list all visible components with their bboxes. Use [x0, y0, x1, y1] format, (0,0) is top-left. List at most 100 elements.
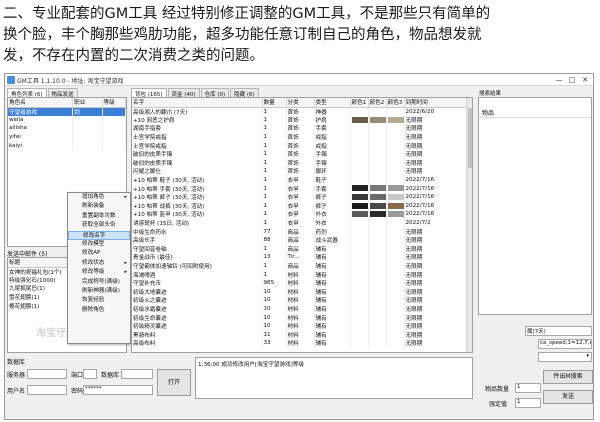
item-row[interactable]: 破旧的皮质手镯 1 首饰 手镯 无限期 [132, 149, 467, 159]
context-menu-item[interactable]: 获取全部头衔 [68, 221, 130, 230]
item-table: 名字 数量 分类 类型 颜色1 颜色2 颜色3 到期时间 高级湘人的翻爪 (7天… [132, 98, 467, 348]
days-field[interactable]: 属(7天) [525, 326, 592, 336]
item-row[interactable]: 守望补充币 985 材料 辅有 无限期 [132, 278, 467, 288]
item-scrollbar[interactable] [466, 98, 472, 352]
context-menu-item[interactable]: 重置副本次数 [68, 212, 130, 221]
item-row[interactable]: 诱惑斑杯 (15日, 活动) 1 衣甲 外衣 2022/7/2 [132, 218, 467, 228]
left-tabs: 角色列表 (6) 物品发送 [7, 88, 79, 98]
item-row[interactable]: 高级布料 33 材料 辅有 无限期 [132, 339, 467, 348]
item-color2-cell [368, 124, 387, 133]
item-row[interactable]: +10 帕蒂 鞋子 (30天, 活动) 1 衣甲 鞋子 2022/7/16 [132, 175, 467, 185]
tab-gold[interactable]: 流金 (40) [167, 88, 200, 98]
open-button[interactable]: 打开 [157, 369, 191, 396]
character-row[interactable]: yifei [8, 132, 126, 142]
character-row[interactable]: kaiyi [8, 141, 126, 150]
col-color2[interactable]: 颜色2 [368, 98, 387, 108]
item-row[interactable]: +10 帕蒂 盔甲 (30天, 活动) 1 衣甲 外衣 2022/7/16 [132, 210, 467, 219]
character-row[interactable]: weila [8, 115, 126, 125]
item-row[interactable]: 湖南手指套 1 首饰 手套 无限期 [132, 124, 467, 133]
item-row[interactable]: 士官学院戒指 1 首饰 戒指 无限期 [132, 132, 467, 142]
item-color1-cell [350, 304, 369, 314]
port-field[interactable] [83, 369, 97, 379]
tab-hidden[interactable]: 隐藏 (6) [230, 88, 259, 98]
col-character-name[interactable]: 角色名 [8, 98, 74, 108]
item-row[interactable]: 高级长手 88 商品 战斗武器 无限期 [132, 235, 467, 245]
context-menu-item[interactable]: 刷新装备 [68, 202, 130, 211]
item-row[interactable]: +10 帕蒂 战裤 (30天, 活动) 1 衣甲 裤子 2022/7/16 [132, 201, 467, 211]
pages-field[interactable]: 1 [515, 398, 541, 408]
item-color1-cell [350, 167, 369, 176]
context-menu-item[interactable]: 恢复经验 [68, 296, 130, 305]
item-row[interactable]: 初级大地囊迹 10 材料 辅有 无限期 [132, 287, 467, 297]
item-row[interactable]: 守望霸体加速轴铃 (可回附使用) 1 商品 辅有 无限期 [132, 261, 467, 271]
item-expiry-cell: 无限期 [404, 124, 467, 133]
scrollbar-thumb[interactable] [468, 108, 472, 168]
context-menu-item[interactable]: 修改等级 ▸ [68, 268, 130, 277]
item-row[interactable]: 初级精灵囊迹 10 材料 辅有 无限期 [132, 321, 467, 331]
maximize-button[interactable]: □ [566, 75, 578, 85]
item-row[interactable]: 士官学院戒指 1 首饰 戒指 无限期 [132, 141, 467, 150]
item-row[interactable]: 守望回音卷轴 1 商品 辅有 无限期 [132, 244, 467, 254]
context-menu-item[interactable]: 修改名字 [68, 230, 130, 240]
context-menu-item[interactable]: 增加角色 ▸ [68, 193, 130, 202]
col-item-name[interactable]: 名字 [132, 98, 263, 108]
code-field[interactable]: ca_speed,1=12,7,m [538, 339, 592, 349]
tab-character-list[interactable]: 角色列表 (6) [7, 88, 47, 98]
username-field[interactable] [27, 385, 67, 395]
item-row[interactable]: 破旧的皮质手镯 1 首饰 手镯 无限期 [132, 158, 467, 168]
item-qty-cell: 1 [262, 141, 287, 150]
character-row[interactable]: ailisha [8, 124, 126, 133]
item-row[interactable]: 青金战币 (最佳) 13 Tir... 辅有 无限期 [132, 253, 467, 262]
context-menu-item[interactable]: 修改状态 ▸ [68, 259, 130, 268]
context-menu-item[interactable]: 刷新神器(满级) [68, 287, 130, 296]
item-row[interactable]: 海滩啤酒 1 材料 辅有 无限期 [132, 270, 467, 279]
search-button[interactable]: 件出M搜索 [543, 370, 593, 384]
item-type-cell: 裤子 [314, 192, 351, 202]
item-row[interactable]: 初级生命囊迹 10 材料 辅有 无限期 [132, 313, 467, 322]
close-button[interactable]: ✕ [579, 75, 591, 85]
item-row[interactable]: 高级湘人的翻爪 (7天) 1 首饰 神器 2022/6/20 [132, 107, 467, 116]
server-field[interactable] [27, 369, 67, 379]
quantity-field[interactable]: 1 [515, 383, 541, 393]
item-color2-cell [368, 132, 387, 142]
context-menu-label: 修改名字 [83, 232, 106, 239]
col-color3[interactable]: 颜色3 [386, 98, 405, 108]
context-menu-label: 修改AP [82, 250, 101, 257]
col-category[interactable]: 分类 [286, 98, 315, 108]
col-job[interactable]: 职业 [72, 98, 103, 108]
item-color2-cell [368, 321, 387, 331]
item-type-cell: 辅有 [314, 296, 351, 305]
tab-backpack[interactable]: 背包 (165) [131, 88, 167, 98]
character-row[interactable]: 守望者游戏剑 [8, 107, 126, 116]
item-qty-cell: 1 [262, 261, 287, 271]
item-row[interactable]: 初级水霜囊迹 10 材料 辅有 无限期 [132, 304, 467, 314]
select-field[interactable]: ▾ [538, 352, 592, 362]
col-quantity[interactable]: 数量 [262, 98, 287, 108]
item-row[interactable]: +10 邪恶之护肩 1 首饰 护肩 无限期 [132, 115, 467, 125]
context-menu-item[interactable]: 完成称号(满级) [68, 278, 130, 287]
item-qty-cell: 1 [262, 210, 287, 219]
tab-item-send[interactable]: 物品发送 [47, 88, 78, 98]
item-row[interactable]: 闪耀之脚仕 1 首饰 脚环 无限期 [132, 167, 467, 176]
color-swatch [387, 193, 403, 200]
col-expiry[interactable]: 到期时间 [404, 98, 467, 108]
database-field[interactable] [121, 369, 153, 379]
send-button[interactable]: 发送 [543, 390, 593, 404]
password-field[interactable]: ****** [83, 385, 153, 395]
item-row[interactable]: 中级生命药水 77 商品 药剂 无限期 [132, 227, 467, 236]
item-color2-cell [368, 330, 387, 340]
item-color3-cell [386, 235, 405, 245]
context-menu-item[interactable]: 删除角色 [68, 306, 130, 315]
col-type[interactable]: 类型 [314, 98, 351, 108]
caption-line-1: 二、专业配套的GM工具 经过特别修正调整的GM工具，不是那些只有简单的 [3, 6, 491, 22]
col-level[interactable]: 等级 [102, 98, 126, 108]
col-color1[interactable]: 颜色1 [350, 98, 369, 108]
tab-warehouse[interactable]: 仓库 (0) [200, 88, 230, 98]
context-menu-item[interactable]: 修改模型 [68, 240, 130, 249]
minimize-button[interactable]: — [553, 75, 565, 85]
item-row[interactable]: +10 帕蒂 裤子 (30天, 活动) 1 衣甲 裤子 2022/7/16 [132, 192, 467, 202]
item-row[interactable]: +10 帕蒂 手套 (30天, 活动) 1 衣甲 手套 2022/7/16 [132, 184, 467, 193]
item-row[interactable]: 黑骑布料 11 材料 辅有 无限期 [132, 330, 467, 340]
context-menu-item[interactable]: 修改AP [68, 249, 130, 258]
item-row[interactable]: 初级火之囊迹 10 材料 辅有 无限期 [132, 296, 467, 305]
